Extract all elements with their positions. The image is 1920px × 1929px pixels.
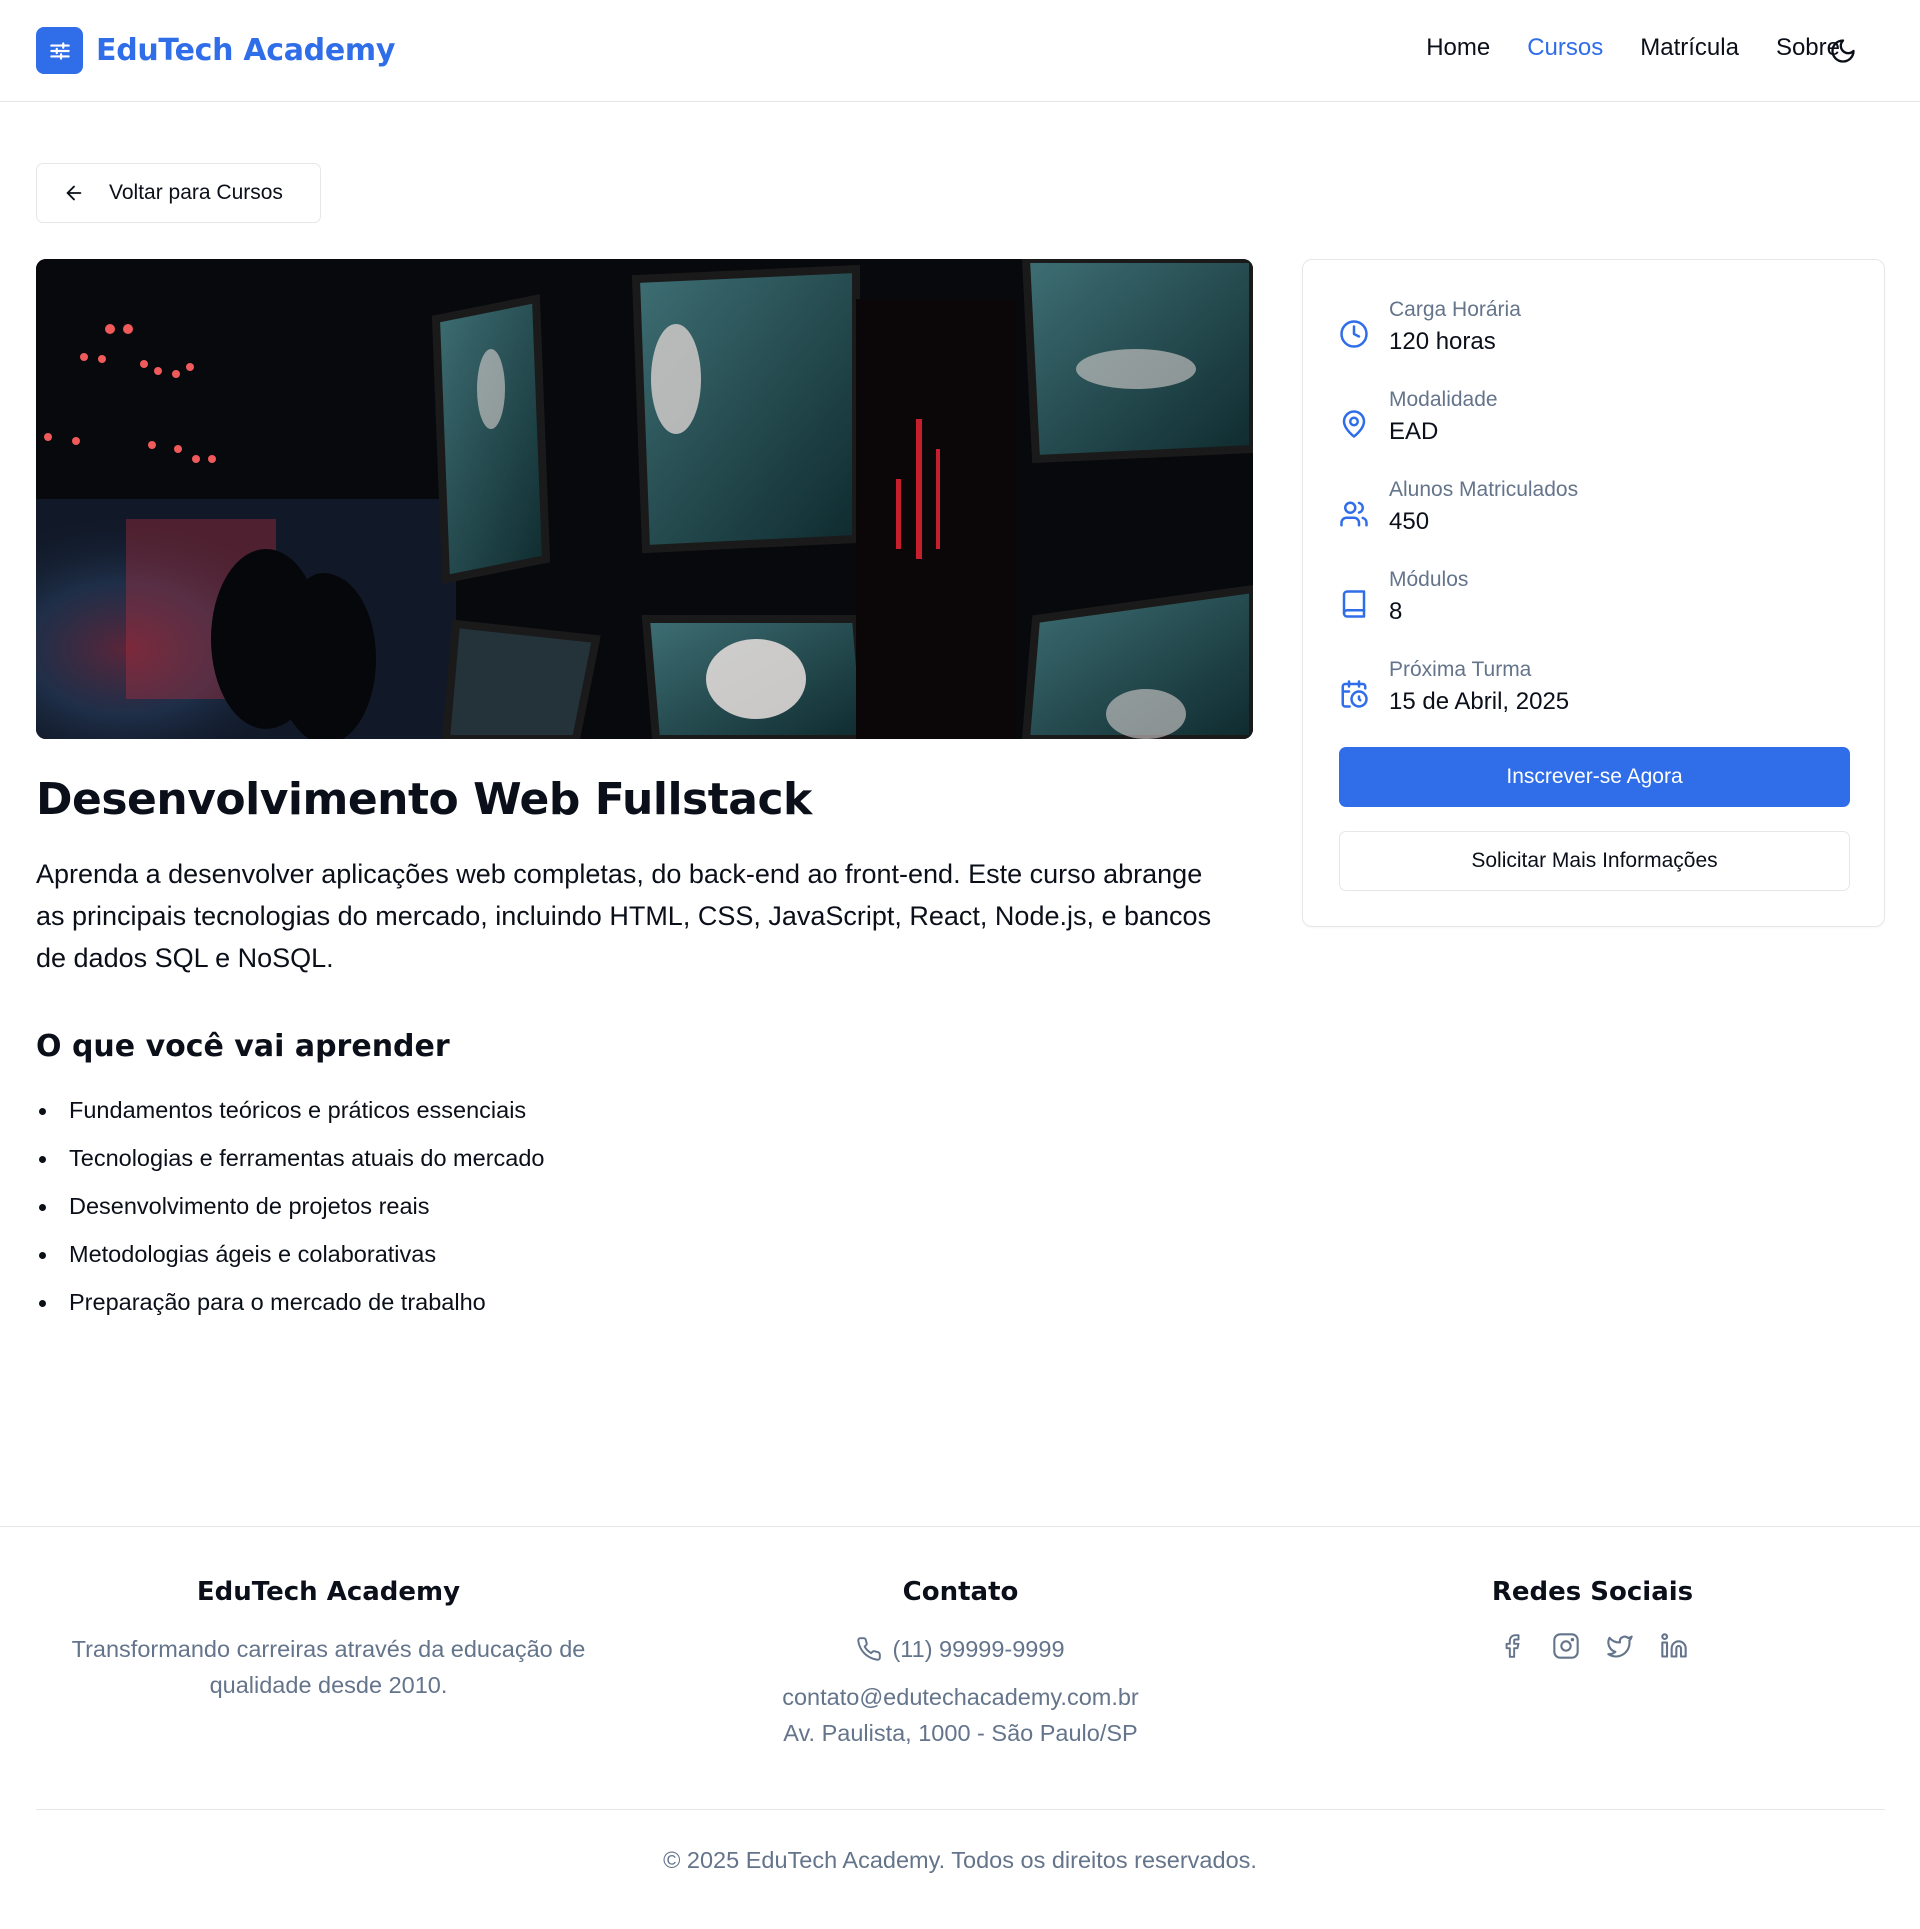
back-button-label: Voltar para Cursos xyxy=(109,181,283,204)
instagram-icon[interactable] xyxy=(1551,1631,1581,1661)
twitter-icon[interactable] xyxy=(1605,1631,1635,1661)
contact-email[interactable]: contato@edutechacademy.com.br xyxy=(668,1679,1253,1715)
facebook-icon[interactable] xyxy=(1497,1631,1527,1661)
info-modalidade: Modalidade EAD xyxy=(1339,385,1498,449)
users-icon xyxy=(1340,501,1368,527)
nav-matricula[interactable]: Matrícula xyxy=(1640,34,1739,62)
footer-contact-title: Contato xyxy=(902,1577,1019,1607)
info-alunos: Alunos Matriculados 450 xyxy=(1339,475,1578,539)
info-value: 8 xyxy=(1389,598,1403,625)
info-label: Alunos Matriculados xyxy=(1389,478,1579,501)
contact-phone[interactable]: (11) 99999-9999 xyxy=(668,1631,1253,1667)
footer-social: Redes Sociais xyxy=(1300,1577,1885,1661)
learn-section-title: O que você vai aprender xyxy=(36,1029,450,1064)
book-icon xyxy=(1342,590,1366,618)
nav-cursos[interactable]: Cursos xyxy=(1527,34,1603,62)
contact-phone-text: (11) 99999-9999 xyxy=(892,1635,1065,1662)
course-hero-image xyxy=(36,259,1253,739)
info-label: Modalidade xyxy=(1389,388,1498,411)
list-item: Tecnologias e ferramentas atuais do merc… xyxy=(36,1137,545,1185)
info-value: 120 horas xyxy=(1389,328,1496,355)
enroll-now-button[interactable]: Inscrever-se Agora xyxy=(1339,747,1850,807)
list-item: Metodologias ágeis e colaborativas xyxy=(36,1233,545,1281)
info-label: Carga Horária xyxy=(1389,298,1521,321)
clock-icon xyxy=(1340,320,1368,348)
brand-logo[interactable]: EduTech Academy xyxy=(36,27,395,74)
info-proxima-turma: Próxima Turma 15 de Abril, 2025 xyxy=(1339,655,1569,719)
moon-icon[interactable] xyxy=(1828,36,1858,66)
nav-home[interactable]: Home xyxy=(1426,34,1490,62)
info-value: EAD xyxy=(1389,418,1439,445)
social-links xyxy=(1300,1631,1885,1661)
brand-name: EduTech Academy xyxy=(96,33,396,68)
info-value: 450 xyxy=(1389,508,1430,535)
info-label: Próxima Turma xyxy=(1389,658,1532,681)
main-nav: Home Cursos Matrícula Sobre xyxy=(1426,34,1840,62)
back-to-courses-button[interactable]: Voltar para Cursos xyxy=(36,163,321,223)
contact-address: Av. Paulista, 1000 - São Paulo/SP xyxy=(783,1720,1138,1746)
footer-social-title: Redes Sociais xyxy=(1491,1577,1694,1607)
footer-about-title: EduTech Academy xyxy=(196,1577,461,1607)
course-title: Desenvolvimento Web Fullstack xyxy=(36,774,812,825)
request-info-button[interactable]: Solicitar Mais Informações xyxy=(1339,831,1850,891)
footer-about-text: Transformando carreiras através da educa… xyxy=(71,1636,586,1698)
sliders-icon xyxy=(36,27,83,74)
list-item: Desenvolvimento de projetos reais xyxy=(36,1185,545,1233)
course-description: Aprenda a desenvolver aplicações web com… xyxy=(36,859,1212,973)
footer-about: EduTech Academy Transformando carreiras … xyxy=(36,1577,621,1703)
info-modulos: Módulos 8 xyxy=(1339,565,1468,629)
site-header: EduTech Academy Home Cursos Matrícula So… xyxy=(0,0,1920,102)
copyright-text: © 2025 EduTech Academy. Todos os direito… xyxy=(663,1847,1257,1873)
linkedin-icon[interactable] xyxy=(1659,1631,1689,1661)
info-label: Módulos xyxy=(1389,568,1469,591)
list-item: Fundamentos teóricos e práticos essencia… xyxy=(36,1089,545,1137)
map-pin-icon xyxy=(1342,410,1366,438)
learn-list: Fundamentos teóricos e práticos essencia… xyxy=(36,1089,545,1329)
footer-divider xyxy=(36,1809,1885,1810)
calendar-clock-icon xyxy=(1341,680,1368,708)
arrow-left-icon xyxy=(66,185,82,201)
course-info-card: Carga Horária 120 horas Modalidade EAD A… xyxy=(1302,259,1885,927)
footer-contact: Contato (11) 99999-9999 contato@edutecha… xyxy=(668,1577,1253,1751)
phone-icon xyxy=(857,1637,882,1661)
list-item: Preparação para o mercado de trabalho xyxy=(36,1281,545,1329)
info-carga-horaria: Carga Horária 120 horas xyxy=(1339,295,1521,359)
info-value: 15 de Abril, 2025 xyxy=(1389,688,1570,715)
site-footer: EduTech Academy Transformando carreiras … xyxy=(0,1526,1920,1929)
